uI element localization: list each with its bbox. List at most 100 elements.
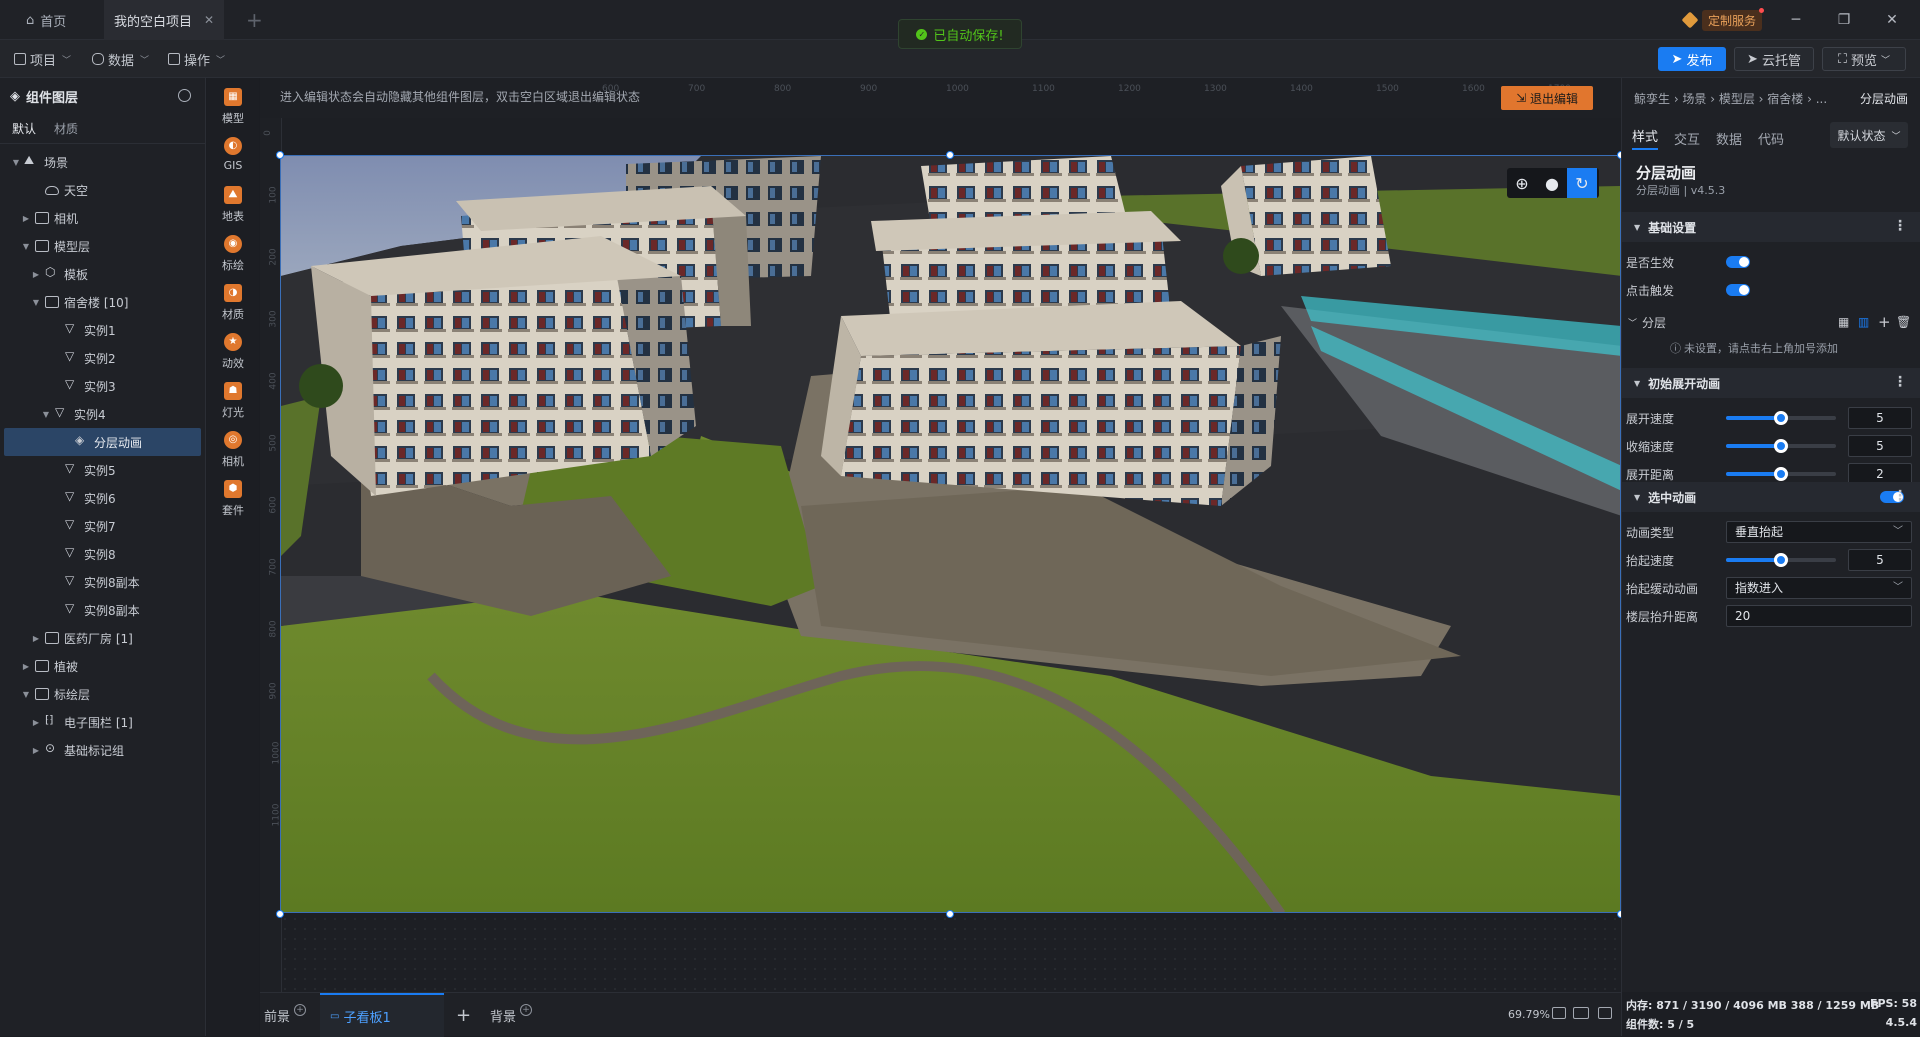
split-icon[interactable]: ▥ <box>1858 315 1869 329</box>
more-icon[interactable]: ⋮ <box>1893 488 1907 504</box>
iconbar-item[interactable]: ★ 动效 <box>207 333 259 371</box>
tab-code[interactable]: 代码 <box>1758 129 1784 148</box>
tab-foreground[interactable]: 前景 + <box>264 993 307 1037</box>
caret-down-icon[interactable]: ▼ <box>10 158 22 167</box>
tree-item[interactable]: ▶ 相机 <box>0 204 205 232</box>
rotate-icon[interactable]: ↻ <box>1567 168 1597 198</box>
resize-handle[interactable] <box>946 910 954 918</box>
tree-item[interactable]: 实例8 <box>0 540 205 568</box>
easing-select[interactable]: 指数进入 ﹀ <box>1726 577 1912 599</box>
fit-screen-icon[interactable] <box>1552 1007 1566 1019</box>
speed-slider[interactable] <box>1726 467 1836 481</box>
tree-item[interactable]: ▼ 模型层 <box>0 232 205 260</box>
floor-distance-input[interactable]: 20 <box>1726 605 1912 627</box>
speed-slider[interactable] <box>1726 411 1836 425</box>
custom-service-button[interactable]: 定制服务 <box>1681 7 1765 31</box>
close-window-button[interactable]: ✕ <box>1880 8 1904 32</box>
caret-right-icon[interactable]: ▶ <box>30 746 42 755</box>
lift-speed-input[interactable]: 5 <box>1848 549 1912 571</box>
number-input[interactable]: 5 <box>1848 435 1912 457</box>
tab-style[interactable]: 样式 <box>1632 126 1659 150</box>
tab-background[interactable]: 背景 + <box>490 993 533 1037</box>
tab-interaction[interactable]: 交互 <box>1674 129 1700 148</box>
tree-item[interactable]: 实例8副本 <box>0 568 205 596</box>
globe-icon[interactable]: ⊕ <box>1507 168 1537 198</box>
tree-item[interactable]: ▶ 模板 <box>0 260 205 288</box>
section-basic[interactable]: ▼ 基础设置 ⋮ <box>1622 212 1920 242</box>
caret-right-icon[interactable]: ▶ <box>30 718 42 727</box>
menu-operation[interactable]: 操作 ﹀ <box>168 48 225 70</box>
tree-item[interactable]: ▼ 标绘层 <box>0 680 205 708</box>
iconbar-item[interactable]: ⬢ 套件 <box>207 480 259 518</box>
exit-edit-button[interactable]: ⇲ 退出编辑 <box>1501 86 1593 110</box>
slider-knob[interactable] <box>1774 553 1788 567</box>
caret-right-icon[interactable]: ▶ <box>20 214 32 223</box>
tree-item[interactable]: 实例8副本 <box>0 596 205 624</box>
state-dropdown[interactable]: 默认状态 ﹀ <box>1830 122 1908 148</box>
tree-item[interactable]: 分层动画 <box>4 428 201 456</box>
preview-button[interactable]: ⛶ 预览 ﹀ <box>1822 47 1906 71</box>
tab-default[interactable]: 默认 <box>12 120 36 137</box>
iconbar-item[interactable]: ☗ 灯光 <box>207 382 259 420</box>
tree-item[interactable]: 实例1 <box>0 316 205 344</box>
iconbar-item[interactable]: ◑ 材质 <box>207 284 259 322</box>
enabled-toggle[interactable] <box>1726 256 1750 268</box>
tab-sub-board[interactable]: ▭ 子看板1 <box>320 993 444 1037</box>
new-tab-button[interactable]: + <box>246 8 263 32</box>
lift-speed-slider[interactable] <box>1726 553 1836 567</box>
tree-item[interactable]: 实例3 <box>0 372 205 400</box>
tree-item[interactable]: ▶ 植被 <box>0 652 205 680</box>
tree-item[interactable]: 实例5 <box>0 456 205 484</box>
add-circle-icon[interactable]: + <box>294 1004 307 1016</box>
breadcrumb[interactable]: 鲸孪生 › 场景 › 模型层 › 宿舍楼 › ... <box>1634 90 1827 107</box>
search-icon[interactable] <box>178 89 191 102</box>
close-icon[interactable]: ✕ <box>204 13 214 27</box>
caret-down-icon[interactable]: ▼ <box>40 410 52 419</box>
more-icon[interactable]: ⋮ <box>1893 218 1907 234</box>
slider-knob[interactable] <box>1774 439 1788 453</box>
zoom-level[interactable]: 69.79% <box>1508 1008 1550 1021</box>
maximize-button[interactable]: ❐ <box>1832 8 1856 32</box>
caret-down-icon[interactable]: ▼ <box>30 298 42 307</box>
tree-item[interactable]: ▶ 医药厂房 [1] <box>0 624 205 652</box>
tab-project[interactable]: 我的空白项目 ✕ <box>104 0 224 40</box>
tree-item[interactable]: ▼ 实例4 <box>0 400 205 428</box>
resize-handle[interactable] <box>276 151 284 159</box>
caret-right-icon[interactable]: ▶ <box>20 662 32 671</box>
caret-down-icon[interactable]: ▼ <box>20 242 32 251</box>
number-input[interactable]: 5 <box>1848 407 1912 429</box>
tree-item[interactable]: 实例6 <box>0 484 205 512</box>
tab-home[interactable]: ⌂ 首页 <box>14 0 104 40</box>
caret-right-icon[interactable]: ▶ <box>30 634 42 643</box>
speed-slider[interactable] <box>1726 439 1836 453</box>
publish-button[interactable]: ➤ 发布 <box>1658 47 1726 71</box>
iconbar-item[interactable]: ▦ 模型 <box>207 88 259 126</box>
iconbar-item[interactable]: ◉ 标绘 <box>207 235 259 273</box>
scene-viewport[interactable] <box>280 155 1621 913</box>
minimize-button[interactable]: ─ <box>1784 8 1808 32</box>
add-circle-icon[interactable]: + <box>520 1004 533 1016</box>
trash-icon[interactable]: 🗑 <box>1896 315 1911 329</box>
circle-icon[interactable]: ● <box>1537 168 1567 198</box>
more-icon[interactable]: ⋮ <box>1893 374 1907 390</box>
tree-item[interactable]: ▶ 基础标记组 <box>0 736 205 764</box>
chevron-down-icon[interactable]: ﹀ <box>1628 316 1637 329</box>
animation-type-select[interactable]: 垂直抬起 ﹀ <box>1726 521 1912 543</box>
add-icon[interactable]: + <box>1878 313 1891 331</box>
click-trigger-toggle[interactable] <box>1726 284 1750 296</box>
tree-item[interactable]: ▼ 宿舍楼 [10] <box>0 288 205 316</box>
iconbar-item[interactable]: ⛰ 地表 <box>207 186 259 224</box>
section-selected-animation[interactable]: ▼ 选中动画 ⋮ <box>1622 482 1920 512</box>
keyboard-icon[interactable] <box>1573 1007 1589 1019</box>
resize-handle[interactable] <box>946 151 954 159</box>
tree-item[interactable]: 天空 <box>0 176 205 204</box>
menu-project[interactable]: 项目 ﹀ <box>14 48 71 70</box>
cloud-hosting-button[interactable]: ➤ 云托管 <box>1734 47 1814 71</box>
menu-data[interactable]: 数据 ﹀ <box>92 48 149 70</box>
tree-item[interactable]: 实例2 <box>0 344 205 372</box>
slider-knob[interactable] <box>1774 411 1788 425</box>
tree-item[interactable]: 实例7 <box>0 512 205 540</box>
tab-material[interactable]: 材质 <box>54 120 78 137</box>
slider-knob[interactable] <box>1774 467 1788 481</box>
tree-item[interactable]: ▼ 场景 <box>0 148 205 176</box>
